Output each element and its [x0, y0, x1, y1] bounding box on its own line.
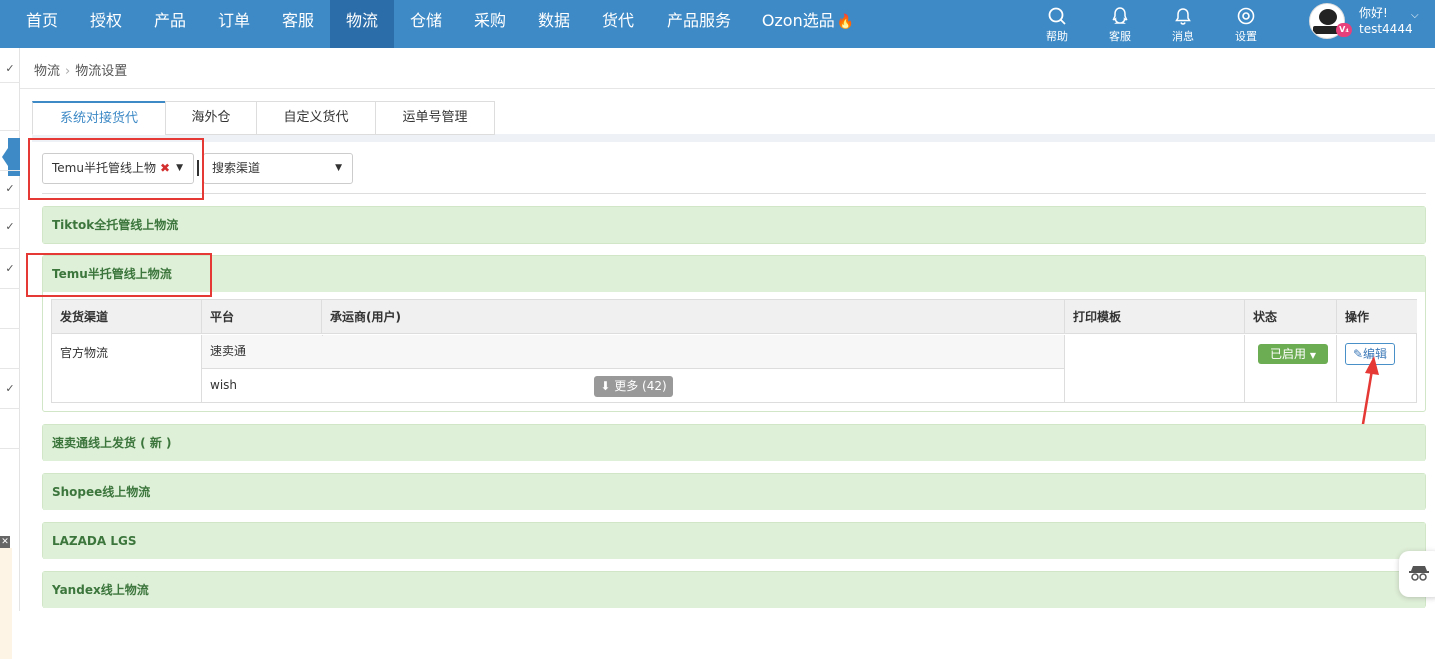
panel-title[interactable]: LAZADA LGS: [43, 523, 1425, 559]
panel-shopee: Shopee线上物流: [42, 473, 1426, 510]
panel-title[interactable]: Yandex线上物流: [43, 572, 1425, 608]
annotation-arrow: [1357, 356, 1379, 449]
assistant-icon: [1409, 566, 1429, 581]
panel-title[interactable]: 速卖通线上发货 ( 新 ): [43, 425, 1425, 461]
panel-title[interactable]: Shopee线上物流: [43, 474, 1425, 510]
floating-assistant-button[interactable]: [1399, 551, 1435, 597]
panel-aliexpress: 速卖通线上发货 ( 新 ): [42, 424, 1426, 461]
panel-yandex: Yandex线上物流: [42, 571, 1426, 608]
panel-lazada: LAZADA LGS: [42, 522, 1426, 559]
